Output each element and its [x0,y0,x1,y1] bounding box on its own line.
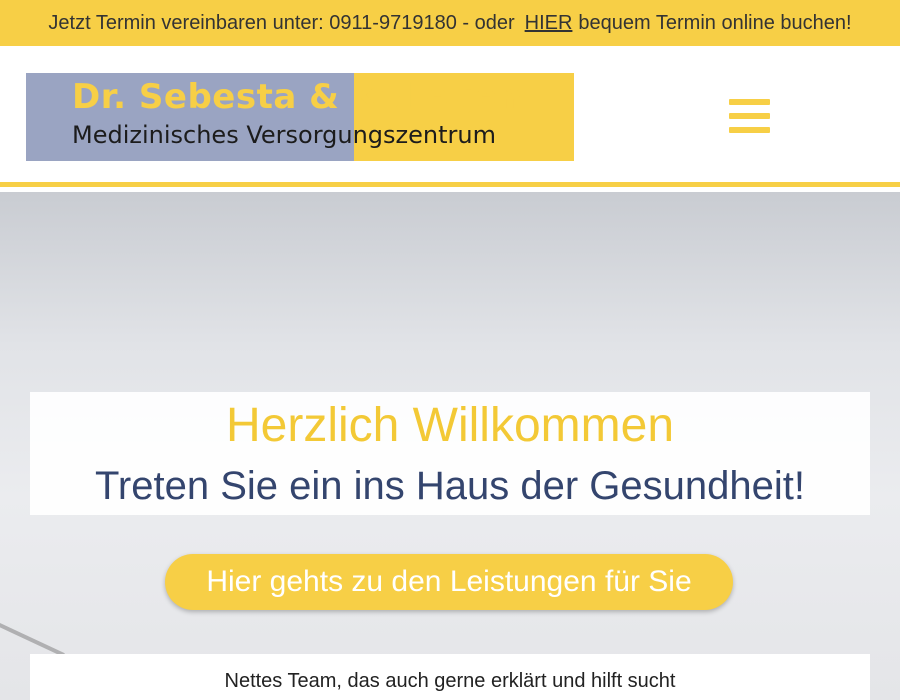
online-booking-link[interactable]: HIER [525,12,573,35]
services-cta-button[interactable]: Hier gehts zu den Leistungen für Sie [165,554,733,610]
info-text: Nettes Team, das auch gerne erklärt und … [224,670,676,692]
site-header: Dr. Sebesta & Kollegen Medizinisches Ver… [0,46,900,187]
welcome-box: Herzlich Willkommen Treten Sie ein ins H… [30,392,870,515]
logo-title-part1: Dr. Sebesta & [72,77,352,117]
welcome-subtitle: Treten Sie ein ins Haus der Gesundheit! [94,464,806,508]
hamburger-bar [729,127,770,133]
hero-section: Herzlich Willkommen Treten Sie ein ins H… [0,192,900,700]
info-box: Nettes Team, das auch gerne erklärt und … [30,654,870,700]
logo-subtitle: Medizinisches Versorgungszentrum [72,121,496,149]
site-logo[interactable]: Dr. Sebesta & Kollegen Medizinisches Ver… [26,73,574,161]
appointment-banner: Jetzt Termin vereinbaren unter: 0911-971… [0,0,900,46]
logo-title-part2: Kollegen [351,77,523,117]
hamburger-bar [729,99,770,105]
welcome-title: Herzlich Willkommen [225,399,675,452]
hamburger-bar [729,113,770,119]
hamburger-menu-icon[interactable] [729,99,770,133]
logo-title: Dr. Sebesta & Kollegen [72,77,523,117]
appointment-banner-text: Jetzt Termin vereinbaren unter: 0911-971… [48,11,515,34]
appointment-banner-text-end: bequem Termin online buchen! [578,11,852,34]
